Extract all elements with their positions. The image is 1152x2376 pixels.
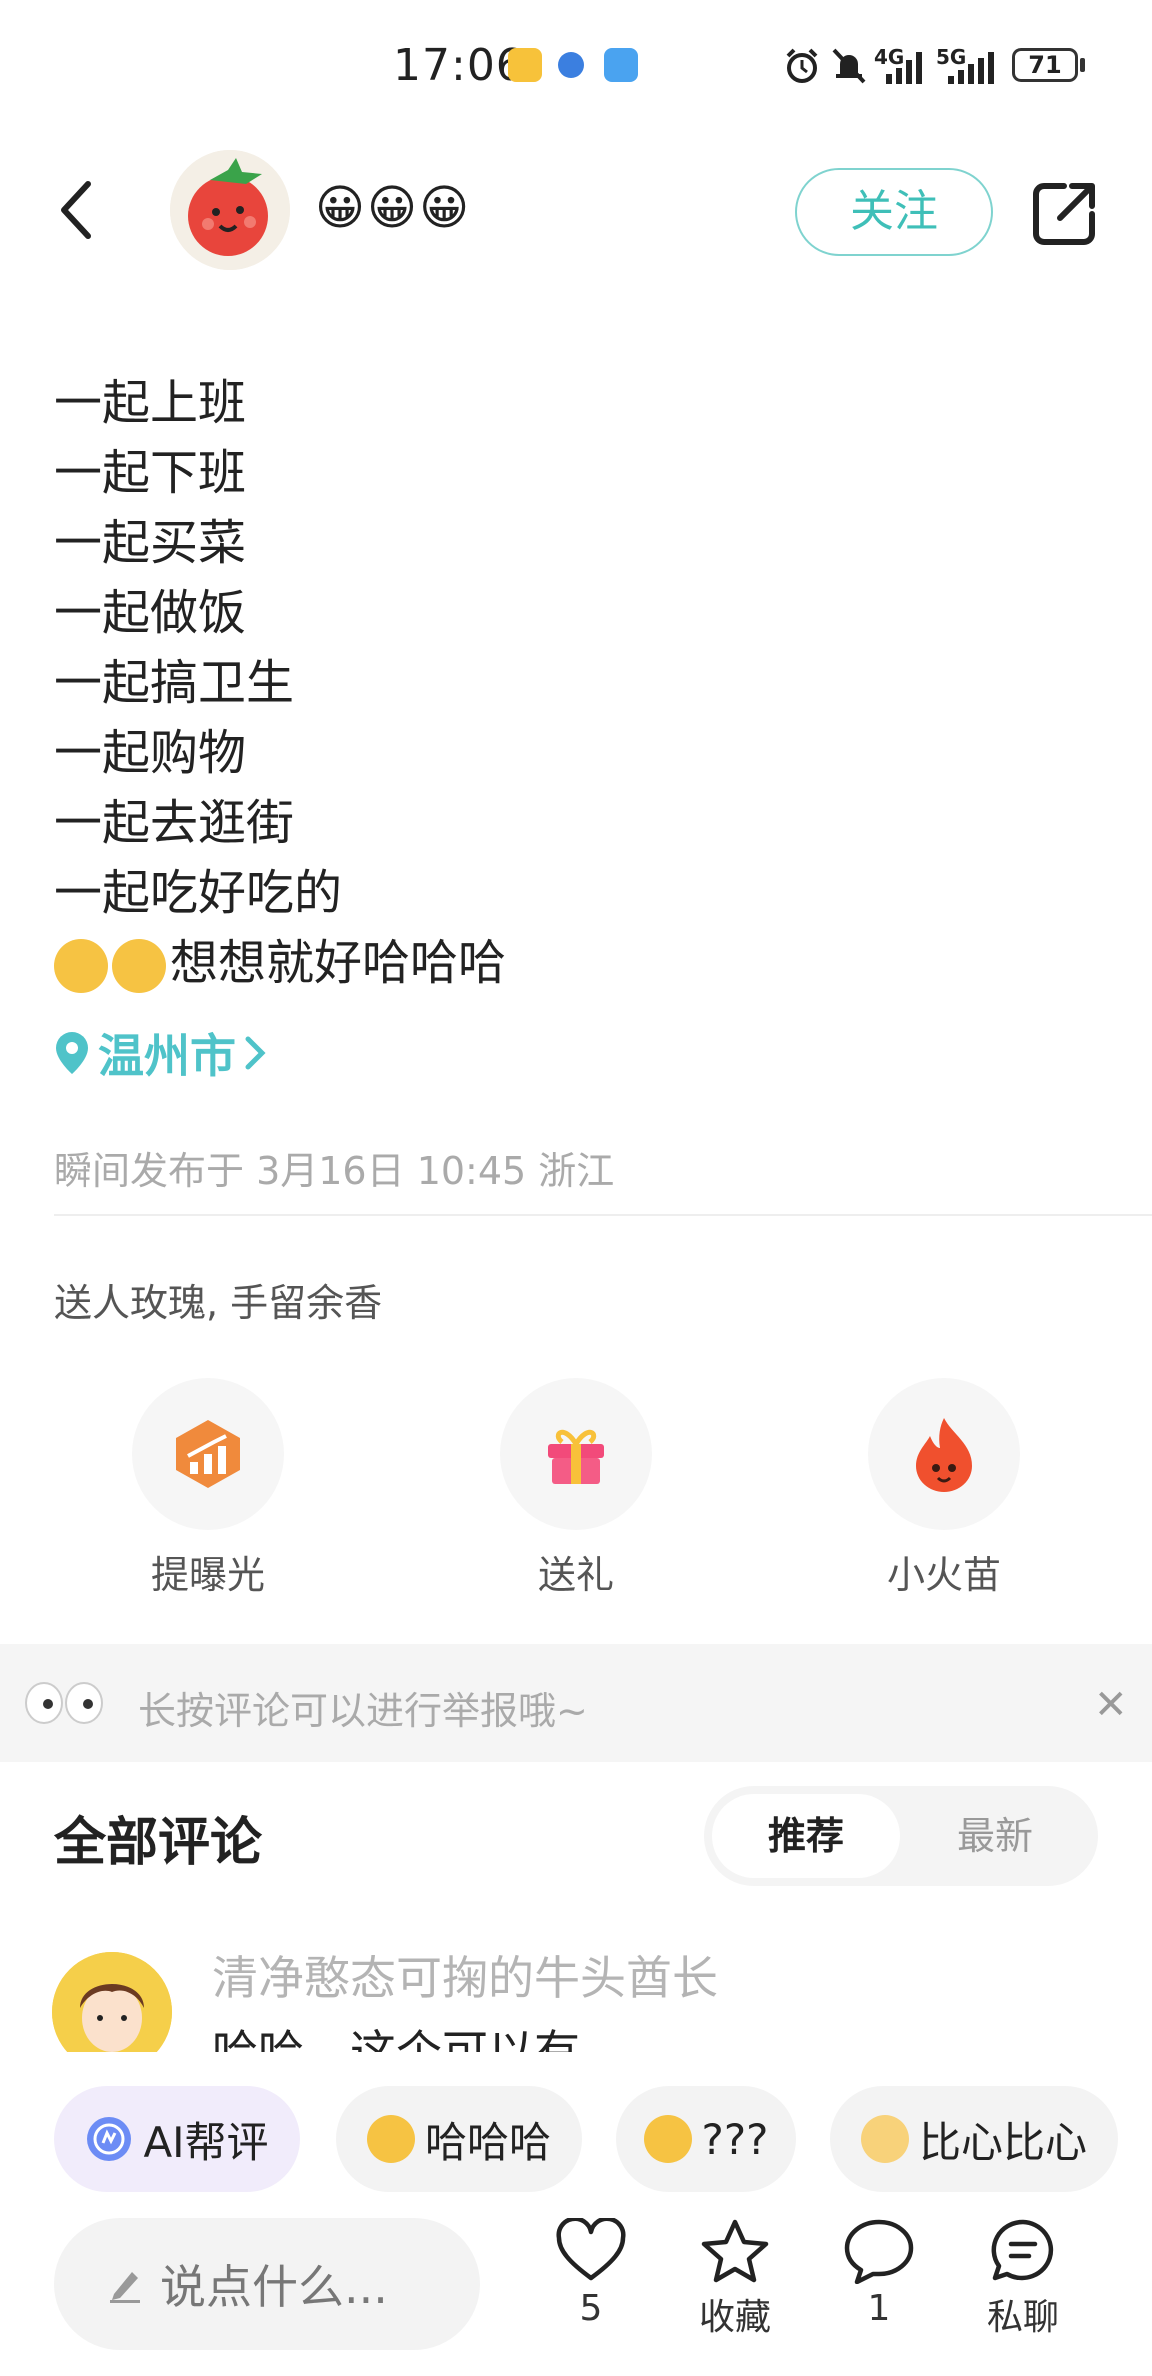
status-bar: 17:06 4G 5G 71 [0, 0, 1152, 130]
comment-count: 1 [867, 2288, 891, 2329]
ai-comment-chip[interactable]: AI帮评 [54, 2086, 300, 2192]
close-icon[interactable]: ✕ [1094, 1682, 1128, 1728]
shy-emoji-icon [112, 939, 166, 993]
post-line-text: 想想就好哈哈哈 [170, 935, 507, 991]
post-line: 一起去逛街 [54, 795, 295, 851]
post-content: 一起上班 一起下班 一起买菜 一起做饭 一起搞卫生 一起购物 一起去逛街 一起吃… [54, 368, 506, 998]
heart-hand-emoji-icon [860, 2115, 909, 2163]
heart-reply-chip[interactable]: 比心比心 [830, 2086, 1118, 2192]
star-icon [701, 2219, 769, 2283]
signal-icon [886, 52, 922, 84]
post-meta: 瞬间发布于 3月16日 10:45 浙江 [54, 1149, 615, 1193]
location-pin-icon [56, 1032, 88, 1074]
tab-latest[interactable]: 最新 [900, 1794, 1090, 1878]
comment-button[interactable]: 1 [824, 2218, 934, 2329]
tab-recommended[interactable]: 推荐 [712, 1794, 900, 1878]
private-message-label: 私聊 [986, 2297, 1059, 2338]
boy-avatar-icon [52, 1952, 172, 2052]
flame-circle [868, 1378, 1020, 1530]
browser-app-icon [558, 52, 584, 78]
location-label: 温州市 [98, 1029, 236, 1083]
alarm-icon [786, 48, 818, 83]
favorite-label: 收藏 [698, 2297, 771, 2338]
comment-input-placeholder: 说点什么... [160, 2260, 388, 2314]
comment-text: 哈哈，这个可以有 [212, 2025, 580, 2052]
follow-button[interactable]: 关注 [795, 168, 993, 256]
post-line: 一起搞卫生 [54, 655, 295, 711]
commenter-name[interactable]: 清净憨态可掬的牛头酋长 [212, 1942, 718, 2008]
post-line: 一起购物 [54, 725, 247, 781]
heart-reply-label: 比心比心 [918, 2117, 1087, 2167]
boost-circle [132, 1378, 284, 1530]
thinking-emoji-icon [643, 2115, 692, 2163]
post-line-last: 想想就好哈哈哈 [54, 928, 506, 998]
gift-circle [500, 1378, 652, 1530]
eyes-icon [25, 1682, 103, 1724]
battery-indicator: 71 [1012, 48, 1078, 82]
question-reply-chip[interactable]: ??? [616, 2086, 796, 2192]
boost-button[interactable]: 提曝光 [132, 1378, 284, 1599]
weather-app-icon [604, 48, 638, 82]
favorite-button[interactable]: 收藏 [680, 2218, 790, 2340]
author-avatar[interactable] [170, 150, 290, 270]
gift-section-title: 送人玫瑰, 手留余香 [54, 1281, 383, 1325]
signal-icon-2 [948, 52, 994, 84]
chevron-right-icon [245, 1036, 266, 1070]
boost-icon [176, 1420, 240, 1488]
boost-label: 提曝光 [150, 1553, 265, 1597]
like-count: 5 [579, 2288, 603, 2329]
post-line: 一起上班 [54, 375, 247, 431]
ai-comment-label: AI帮评 [143, 2117, 269, 2167]
mute-bell-icon [832, 48, 866, 84]
comment-item[interactable]: 清净憨态可掬的牛头酋长 哈哈，这个可以有 [0, 1940, 1152, 2052]
status-time: 17:06 [393, 40, 525, 91]
like-button[interactable]: 5 [536, 2218, 646, 2329]
flame-icon [916, 1418, 972, 1492]
flame-label: 小火苗 [886, 1553, 1001, 1597]
battery-tip [1080, 58, 1085, 72]
pencil-icon [110, 2272, 140, 2303]
post-line: 一起做饭 [54, 585, 247, 641]
laugh-reply-chip[interactable]: 哈哈哈 [336, 2086, 582, 2192]
flame-button[interactable]: 小火苗 [868, 1378, 1020, 1599]
post-line: 一起吃好吃的 [54, 865, 343, 921]
author-name[interactable]: 😀😀😀 [315, 180, 471, 236]
send-gift-button[interactable]: 送礼 [500, 1378, 652, 1599]
chat-icon [991, 2219, 1054, 2281]
shy-emoji-icon [54, 939, 108, 993]
share-icon[interactable] [1030, 178, 1100, 248]
comment-bubble-icon [844, 2219, 914, 2284]
commenter-avatar[interactable] [52, 1952, 172, 2052]
post-line: 一起买菜 [54, 515, 247, 571]
weibo-app-icon [508, 48, 542, 82]
tomato-avatar-icon [170, 150, 290, 270]
laugh-reply-label: 哈哈哈 [424, 2117, 551, 2167]
heart-icon [556, 2218, 626, 2281]
send-gift-label: 送礼 [537, 1553, 614, 1597]
question-reply-label: ??? [701, 2114, 769, 2164]
laugh-emoji-icon [366, 2115, 415, 2163]
private-message-button[interactable]: 私聊 [968, 2218, 1078, 2340]
comment-input[interactable]: 说点什么... [54, 2218, 480, 2350]
report-tip-text: 长按评论可以进行举报哦~ [138, 1689, 588, 1733]
ai-icon [87, 2117, 132, 2161]
gift-icon [548, 1429, 604, 1484]
post-line: 一起下班 [54, 445, 247, 501]
location-link[interactable]: 温州市 [54, 1020, 266, 1086]
divider [54, 1214, 1152, 1216]
back-arrow-icon[interactable] [52, 178, 102, 242]
comments-title: 全部评论 [54, 1813, 263, 1873]
